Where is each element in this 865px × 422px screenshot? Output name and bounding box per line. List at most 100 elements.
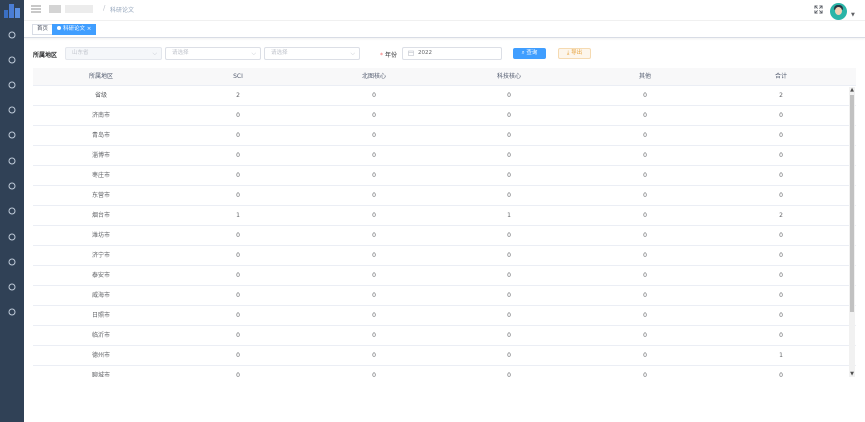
chevron-down-icon: ⌵ <box>251 50 256 57</box>
table-row[interactable]: 潍坊市 0 0 0 0 0 <box>33 226 856 246</box>
scroll-thumb[interactable] <box>850 95 854 312</box>
column-header: 科技核心 <box>496 73 521 80</box>
table-cell: 0 <box>779 292 783 299</box>
table-cell: 0 <box>643 352 647 359</box>
shield-icon[interactable] <box>7 181 17 191</box>
caret-down-icon[interactable]: ▼ <box>851 12 855 18</box>
table-cell: 淄博市 <box>91 152 110 159</box>
table-cell: 0 <box>236 372 240 377</box>
monitor-icon[interactable] <box>7 307 17 317</box>
table-row[interactable]: 济南市 0 0 0 0 0 <box>33 106 856 126</box>
table-cell: 0 <box>236 292 240 299</box>
table-row[interactable]: 威海市 0 0 0 0 0 <box>33 286 856 306</box>
table-cell: 0 <box>372 252 376 259</box>
grid-icon[interactable] <box>7 206 17 216</box>
table-cell: 0 <box>643 292 647 299</box>
gear-icon[interactable] <box>7 282 17 292</box>
table-cell: 威海市 <box>91 292 110 299</box>
table-row[interactable]: 东营市 0 0 0 0 0 <box>33 186 856 206</box>
active-dot-icon <box>57 26 61 30</box>
table-cell: 0 <box>643 112 647 119</box>
dashboard-icon[interactable] <box>7 30 17 40</box>
eye-icon[interactable] <box>7 105 17 115</box>
download-icon: ⤓ <box>566 50 570 56</box>
avatar[interactable] <box>830 3 847 20</box>
table-cell: 0 <box>372 352 376 359</box>
table-row[interactable]: 德州市 0 0 0 0 1 <box>33 346 856 366</box>
hamburger-icon[interactable] <box>31 5 41 13</box>
document-icon[interactable] <box>7 80 17 90</box>
scroll-up-icon[interactable]: ▲ <box>849 87 855 93</box>
table-cell: 0 <box>236 272 240 279</box>
table-cell: 0 <box>372 232 376 239</box>
province-select-value: 山东省 <box>72 50 89 56</box>
table-icon[interactable] <box>7 156 17 166</box>
tags-view: 首页 科研论文 × <box>24 21 865 38</box>
archive-icon[interactable] <box>7 257 17 267</box>
table-cell: 0 <box>507 192 511 199</box>
table-row[interactable]: 青岛市 0 0 0 0 0 <box>33 126 856 146</box>
scrollbar[interactable]: ▲ ▼ <box>849 87 855 377</box>
table-cell: 0 <box>236 332 240 339</box>
user-icon[interactable] <box>7 55 17 65</box>
tag-home[interactable]: 首页 <box>32 24 54 35</box>
table-cell: 0 <box>779 172 783 179</box>
table-row[interactable]: 枣庄市 0 0 0 0 0 <box>33 166 856 186</box>
book-icon[interactable] <box>7 232 17 242</box>
table-row[interactable]: 烟台市 1 0 1 0 2 <box>33 206 856 226</box>
search-icon: ⌕ <box>521 50 525 56</box>
table-cell: 0 <box>372 332 376 339</box>
city-select-placeholder: 请选择 <box>172 50 189 56</box>
table-row[interactable]: 聊城市 0 0 0 0 0 <box>33 366 856 377</box>
export-button[interactable]: ⤓ 导出 <box>558 48 591 59</box>
table-row[interactable]: 日照市 0 0 0 0 0 <box>33 306 856 326</box>
table-cell: 0 <box>643 312 647 319</box>
fullscreen-icon[interactable] <box>814 5 823 14</box>
stats-table: 所属地区 SCI 北图核心 科技核心 其他 合计 省级 2 0 0 0 2 济南市 0 0 0 0 0 青岛市 0 0… <box>33 68 856 377</box>
table-cell: 临沂市 <box>91 332 110 339</box>
table-cell: 0 <box>643 92 647 99</box>
table-cell: 泰安市 <box>91 272 110 279</box>
logo <box>4 4 20 18</box>
table-cell: 0 <box>236 152 240 159</box>
breadcrumb-parent[interactable] <box>65 5 93 13</box>
table-cell: 0 <box>372 132 376 139</box>
table-row[interactable]: 淄博市 0 0 0 0 0 <box>33 146 856 166</box>
scroll-down-icon[interactable]: ▼ <box>849 371 855 377</box>
table-cell: 0 <box>372 172 376 179</box>
table-cell: 0 <box>507 172 511 179</box>
table-row[interactable]: 临沂市 0 0 0 0 0 <box>33 326 856 346</box>
table-cell: 0 <box>643 172 647 179</box>
table-cell: 0 <box>643 152 647 159</box>
table-cell: 0 <box>372 272 376 279</box>
table-cell: 0 <box>372 292 376 299</box>
table-cell: 0 <box>372 372 376 377</box>
county-select[interactable]: 请选择 ⌵ <box>264 47 360 60</box>
table-row[interactable]: 省级 2 0 0 0 2 <box>33 86 856 106</box>
column-header: 北图核心 <box>361 73 386 80</box>
province-select[interactable]: 山东省 ⌵ <box>65 47 162 60</box>
table-cell: 0 <box>372 192 376 199</box>
region-label: 所属地区 <box>33 52 58 59</box>
table-cell: 0 <box>643 212 647 219</box>
table-cell: 省级 <box>94 92 107 99</box>
table-row[interactable]: 泰安市 0 0 0 0 0 <box>33 266 856 286</box>
close-icon[interactable]: × <box>87 26 92 32</box>
query-button[interactable]: ⌕ 查询 <box>513 48 546 59</box>
table-cell: 0 <box>507 352 511 359</box>
sidebar <box>0 0 24 422</box>
table-cell: 0 <box>507 312 511 319</box>
table-row[interactable]: 济宁市 0 0 0 0 0 <box>33 246 856 266</box>
city-select[interactable]: 请选择 ⌵ <box>165 47 261 60</box>
tag-active[interactable]: 科研论文 × <box>52 24 97 35</box>
table-cell: 0 <box>643 192 647 199</box>
table-cell: 0 <box>236 112 240 119</box>
breadcrumb-home[interactable] <box>49 5 61 13</box>
clock-icon[interactable] <box>7 130 17 140</box>
table-cell: 枣庄市 <box>91 172 110 179</box>
table-cell: 0 <box>507 152 511 159</box>
table-cell: 0 <box>236 252 240 259</box>
year-picker[interactable]: 2022 <box>402 47 502 60</box>
table-cell: 日照市 <box>91 312 110 319</box>
table-cell: 0 <box>779 232 783 239</box>
